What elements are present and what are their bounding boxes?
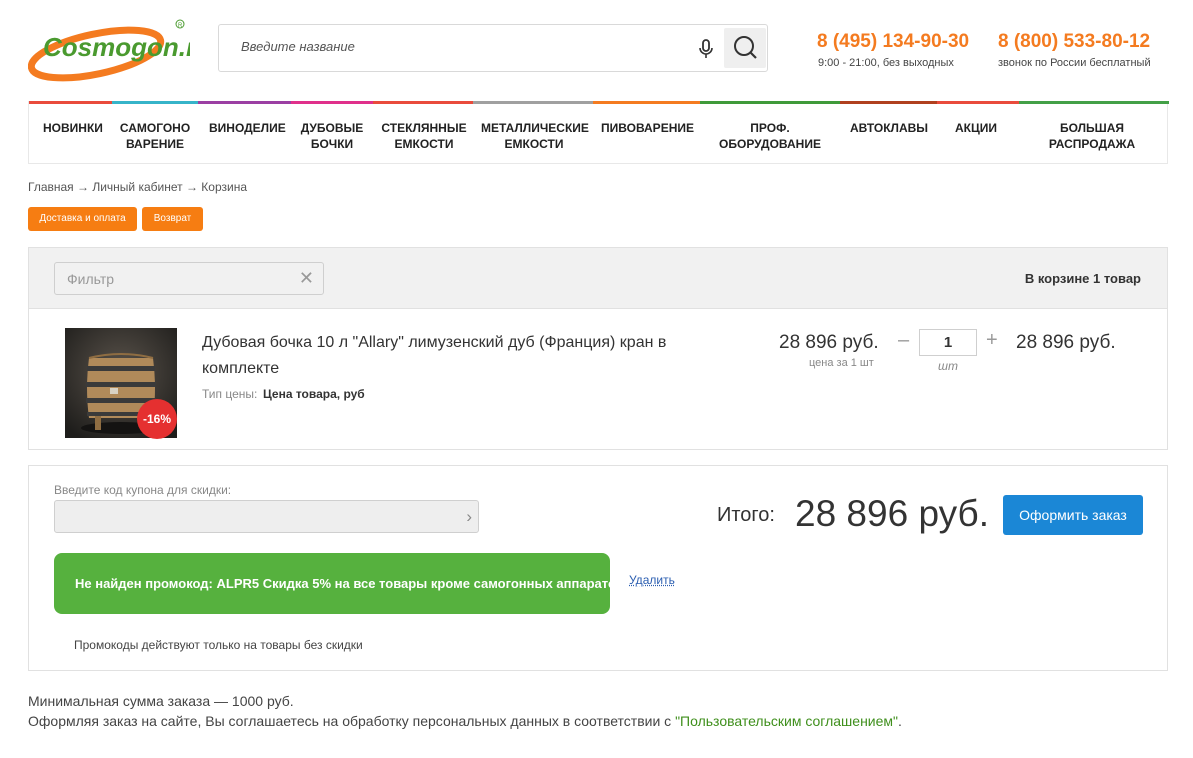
search-button[interactable] — [724, 28, 766, 68]
nav-item-label: Акции — [954, 121, 997, 135]
nav-color-strip — [700, 101, 840, 104]
chevron-right-icon[interactable]: › — [466, 507, 472, 527]
nav-item-label: Самогоно — [119, 121, 191, 135]
cosmogon-logo[interactable]: Cosmogon.ru R — [28, 16, 190, 82]
nav-item-oak-barrels[interactable]: Дубовые бочки — [297, 120, 367, 152]
nav-item-brewing[interactable]: Пивоварение — [601, 120, 694, 136]
search-input[interactable] — [241, 39, 681, 54]
nav-color-strip — [840, 101, 937, 104]
order-summary: Введите код купона для скидки: › Не найд… — [28, 465, 1168, 671]
min-order-note: Минимальная сумма заказа — 1000 руб. — [28, 693, 294, 709]
nav-item-label: Проф. — [750, 121, 790, 135]
nav-color-strip — [473, 101, 593, 104]
phone-moscow-hours: 9:00 - 21:00, без выходных — [818, 57, 954, 69]
delivery-payment-button[interactable]: Доставка и оплата — [28, 207, 137, 231]
quantity-decrease-button[interactable]: – — [898, 329, 909, 352]
nav-item-label: распродажа — [1048, 137, 1136, 151]
promo-message-prefix: Не найден промокод: — [75, 576, 217, 591]
promo-error-message: Не найден промокод: ALPR5 Скидка 5% на в… — [54, 553, 624, 614]
nav-item-label: Стеклянные — [381, 121, 467, 135]
nav-color-strip — [291, 101, 373, 104]
breadcrumb[interactable]: Главная → Личный кабинет → Корзина — [28, 180, 247, 194]
promo-description: Скидка 5% на все товары кроме самогонных… — [259, 576, 624, 591]
search-icon — [734, 36, 757, 59]
promo-remove-link[interactable]: Удалить — [629, 573, 675, 587]
filter-field: ✕ — [54, 262, 324, 295]
nav-item-label: Виноделие — [209, 121, 286, 135]
nav-color-strip — [1019, 101, 1169, 104]
nav-item-label: емкости — [394, 137, 454, 151]
nav-color-strip — [29, 101, 112, 104]
product-name[interactable]: Дубовая бочка 10 л "Allary" лимузенский … — [202, 330, 722, 382]
filter-input[interactable] — [67, 271, 287, 287]
svg-text:Cosmogon.ru: Cosmogon.ru — [43, 32, 190, 62]
checkout-button[interactable]: Оформить заказ — [1003, 495, 1143, 535]
nav-item-label: Автоклавы — [849, 121, 929, 135]
phone-russia-note: звонок по России бесплатный — [998, 57, 1151, 69]
nav-item-promotions[interactable]: Акции — [949, 120, 1003, 136]
nav-item-label: Новинки — [43, 121, 103, 135]
unit-price: 28 896 руб. — [779, 332, 879, 353]
search-bar — [218, 24, 768, 72]
nav-item-metal-containers[interactable]: Металлические емкости — [481, 120, 589, 152]
nav-item-distilling[interactable]: Самогоно варение — [119, 120, 191, 152]
close-icon[interactable]: ✕ — [299, 268, 314, 289]
microphone-icon[interactable] — [697, 37, 715, 61]
price-type-label: Тип цены: — [202, 387, 258, 401]
cart-item-row: -16% Дубовая бочка 10 л "Allary" лимузен… — [28, 308, 1168, 450]
nav-item-label: Металлические — [481, 121, 589, 135]
nav-color-strip — [198, 101, 291, 104]
nav-color-strip — [112, 101, 198, 104]
nav-item-autoclaves[interactable]: Автоклавы — [845, 120, 933, 136]
discount-badge: -16% — [137, 399, 177, 439]
coupon-label: Введите код купона для скидки: — [54, 483, 232, 497]
promo-note: Промокоды действуют только на товары без… — [74, 638, 363, 652]
cart-count: В корзине 1 товар — [1024, 271, 1141, 286]
main-nav: Новинки Самогоно варение Виноделие Дубовы… — [28, 101, 1169, 164]
unit-price-note: цена за 1 шт — [809, 357, 874, 369]
cart-header: ✕ В корзине 1 товар — [28, 247, 1168, 309]
nav-color-strip — [937, 101, 1019, 104]
nav-item-label: емкости — [504, 137, 564, 151]
nav-color-strip — [373, 101, 473, 104]
price-type-value: Цена товара, руб — [263, 387, 365, 401]
svg-text:R: R — [178, 23, 183, 29]
total-value: 28 896 руб. — [795, 493, 989, 534]
return-button[interactable]: Возврат — [142, 207, 203, 231]
user-agreement-link[interactable]: "Пользовательским соглашением" — [675, 713, 898, 729]
nav-item-big-sale[interactable]: Большая распродажа — [1039, 120, 1145, 152]
nav-item-label: Пивоварение — [601, 121, 694, 135]
agreement-note: Оформляя заказ на сайте, Вы соглашаетесь… — [28, 713, 902, 729]
nav-item-label: Дубовые — [300, 121, 364, 135]
nav-item-label: оборудование — [719, 137, 821, 151]
agreement-text: Оформляя заказ на сайте, Вы соглашаетесь… — [28, 713, 676, 729]
nav-item-glass-containers[interactable]: Стеклянные емкости — [379, 120, 469, 152]
nav-item-label: бочки — [310, 137, 354, 151]
nav-item-label: варение — [125, 137, 185, 151]
nav-item-winemaking[interactable]: Виноделие — [209, 120, 286, 136]
phone-russia[interactable]: 8 (800) 533-80-12 — [998, 31, 1150, 53]
quantity-increase-button[interactable]: + — [986, 329, 998, 352]
promo-code: ALPR5 — [216, 576, 260, 591]
quantity-input[interactable]: 1 — [919, 329, 977, 356]
agreement-end: . — [898, 713, 902, 729]
item-total-price: 28 896 руб. — [1016, 332, 1116, 353]
nav-color-strip — [593, 101, 700, 104]
quantity-unit: шт — [938, 359, 958, 373]
total-label: Итого: — [717, 504, 775, 526]
phone-moscow[interactable]: 8 (495) 134-90-30 — [817, 31, 969, 53]
nav-item-label: Большая — [1059, 121, 1125, 135]
coupon-input[interactable]: › — [54, 500, 479, 533]
nav-item-pro-equipment[interactable]: Проф. оборудование — [715, 120, 825, 152]
nav-item-new[interactable]: Новинки — [43, 120, 103, 136]
